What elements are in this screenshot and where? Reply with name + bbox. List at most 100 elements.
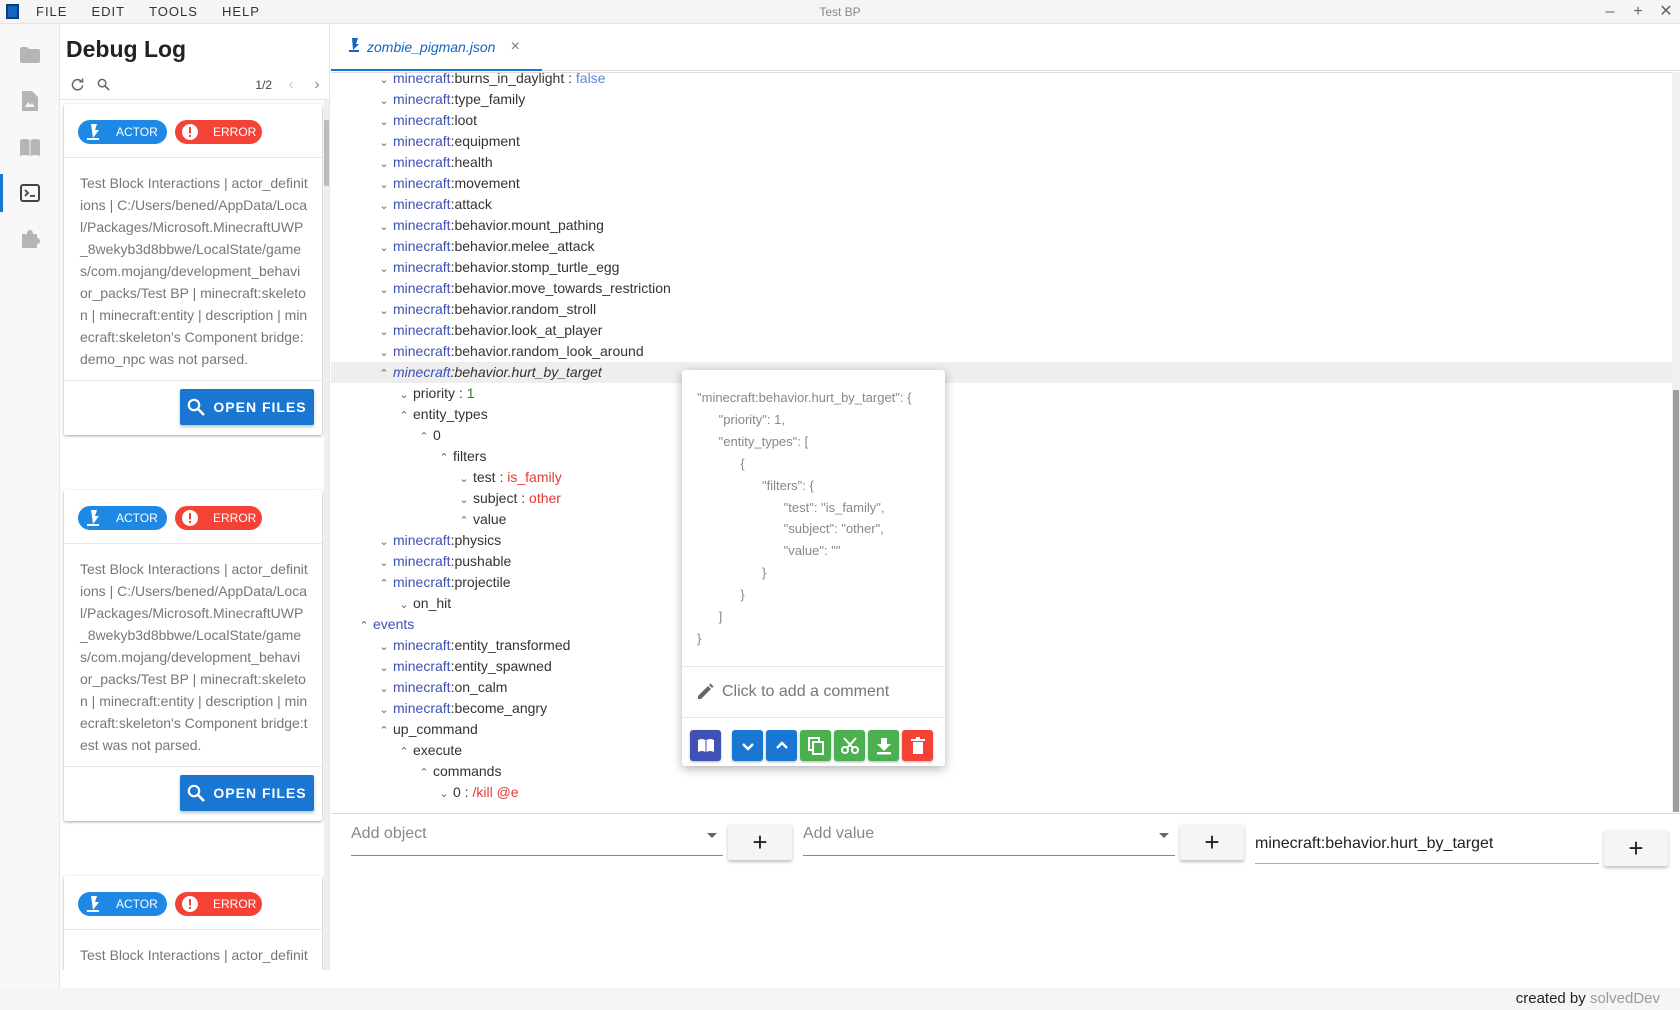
- tree-node[interactable]: ⌄ minecraft:physics: [331, 530, 1672, 551]
- chevron-down-icon[interactable]: ⌄: [375, 217, 393, 238]
- chevron-up-icon[interactable]: ⌃: [455, 511, 473, 532]
- tree-node[interactable]: ⌃ up_command: [331, 719, 1672, 740]
- chevron-down-icon[interactable]: ⌄: [375, 196, 393, 217]
- add-value-button[interactable]: +: [1180, 824, 1244, 860]
- chevron-down-icon[interactable]: ⌄: [375, 280, 393, 301]
- tree-node[interactable]: ⌃ entity_types: [331, 404, 1672, 425]
- tree-node[interactable]: ⌄ minecraft:behavior.move_towards_restric…: [331, 278, 1672, 299]
- close-icon[interactable]: ×: [511, 38, 520, 56]
- tree-node[interactable]: ⌄ minecraft:health: [331, 152, 1672, 173]
- menu-help[interactable]: HELP: [210, 0, 272, 24]
- tree-node[interactable]: ⌄ minecraft:burns_in_daylight : false: [331, 73, 1672, 89]
- tree-node[interactable]: ⌄ minecraft:behavior.look_at_player: [331, 320, 1672, 341]
- tree-node[interactable]: ⌄ minecraft:type_family: [331, 89, 1672, 110]
- chevron-down-icon[interactable]: ⌄: [375, 133, 393, 154]
- tree-node[interactable]: ⌄ minecraft:loot: [331, 110, 1672, 131]
- chevron-down-icon[interactable]: ⌄: [375, 700, 393, 721]
- chevron-up-icon[interactable]: ⌃: [415, 763, 433, 784]
- chevron-down-icon[interactable]: ⌄: [395, 595, 413, 616]
- refresh-icon[interactable]: [64, 72, 90, 98]
- open-files-button[interactable]: OPEN FILES: [180, 389, 314, 425]
- tree-node[interactable]: ⌄ minecraft:equipment: [331, 131, 1672, 152]
- add-value-select[interactable]: Add value: [803, 820, 1175, 856]
- chevron-right-icon[interactable]: ›: [304, 76, 329, 94]
- tree-node[interactable]: ⌃ value: [331, 509, 1672, 530]
- chevron-down-icon[interactable]: ⌄: [375, 91, 393, 112]
- tree-node[interactable]: ⌄ test : is_family: [331, 467, 1672, 488]
- delete-button[interactable]: [902, 730, 933, 761]
- chevron-down-icon[interactable]: ⌄: [375, 637, 393, 658]
- minimize-button[interactable]: –: [1596, 0, 1624, 24]
- chevron-down-icon[interactable]: ⌄: [375, 154, 393, 175]
- tree-node[interactable]: ⌃ commands: [331, 761, 1672, 782]
- chevron-up-icon[interactable]: ⌃: [375, 364, 393, 385]
- search-icon[interactable]: [90, 72, 116, 98]
- chevron-up-button[interactable]: [766, 730, 797, 761]
- chevron-down-icon[interactable]: ⌄: [375, 259, 393, 280]
- tree-node[interactable]: ⌃ execute: [331, 740, 1672, 761]
- tab-zombie-pigman[interactable]: zombie_pigman.json ×: [331, 24, 542, 71]
- tree-node[interactable]: ⌄ on_hit: [331, 593, 1672, 614]
- chevron-up-icon[interactable]: ⌃: [435, 448, 453, 469]
- tree-node[interactable]: ⌄ minecraft:attack: [331, 194, 1672, 215]
- download-button[interactable]: [868, 730, 899, 761]
- tree-node[interactable]: ⌄ minecraft:behavior.random_look_around: [331, 341, 1672, 362]
- tree-node[interactable]: ⌃ events: [331, 614, 1672, 635]
- chevron-down-icon[interactable]: ⌄: [375, 679, 393, 700]
- chevron-down-icon[interactable]: ⌄: [375, 112, 393, 133]
- chevron-down-icon[interactable]: ⌄: [375, 532, 393, 553]
- menu-file[interactable]: FILE: [24, 0, 79, 24]
- chevron-up-icon[interactable]: ⌃: [355, 616, 373, 637]
- chevron-down-icon[interactable]: ⌄: [395, 385, 413, 406]
- chevron-left-icon[interactable]: ‹: [278, 76, 304, 94]
- scissors-button[interactable]: [834, 730, 865, 761]
- chevron-down-icon[interactable]: ⌄: [375, 553, 393, 574]
- chevron-up-icon[interactable]: ⌃: [395, 406, 413, 427]
- chevron-down-icon[interactable]: ⌄: [375, 322, 393, 343]
- chevron-down-icon[interactable]: ⌄: [375, 301, 393, 322]
- close-window-button[interactable]: ✕: [1652, 0, 1680, 24]
- tree-scrollbar[interactable]: [1672, 72, 1680, 812]
- tree-node[interactable]: ⌄ minecraft:entity_transformed: [331, 635, 1672, 656]
- tree-node[interactable]: ⌄ minecraft:movement: [331, 173, 1672, 194]
- open-files-button[interactable]: OPEN FILES: [180, 775, 314, 811]
- debug-scrollbar[interactable]: [324, 100, 329, 970]
- console-icon[interactable]: [0, 170, 60, 216]
- maximize-button[interactable]: +: [1624, 0, 1652, 24]
- edit-key-button[interactable]: +: [1604, 830, 1668, 866]
- tree-node[interactable]: ⌄ minecraft:behavior.stomp_turtle_egg: [331, 257, 1672, 278]
- chevron-down-icon[interactable]: ⌄: [375, 175, 393, 196]
- menu-edit[interactable]: EDIT: [79, 0, 137, 24]
- tree-node[interactable]: ⌄ subject : other: [331, 488, 1672, 509]
- chevron-up-icon[interactable]: ⌃: [415, 427, 433, 448]
- comment-field[interactable]: Click to add a comment: [682, 666, 945, 718]
- book-icon[interactable]: [0, 124, 60, 170]
- chevron-up-icon[interactable]: ⌃: [375, 721, 393, 742]
- book-open-button[interactable]: [690, 730, 721, 761]
- add-object-button[interactable]: +: [728, 824, 792, 860]
- folder-icon[interactable]: [0, 32, 60, 78]
- file-image-icon[interactable]: [0, 78, 60, 124]
- tree-node[interactable]: ⌃ minecraft:projectile: [331, 572, 1672, 593]
- tree-node[interactable]: ⌄ minecraft:pushable: [331, 551, 1672, 572]
- tree-node[interactable]: ⌄ priority : 1: [331, 383, 1672, 404]
- menu-tools[interactable]: TOOLS: [137, 0, 210, 24]
- edit-key-field[interactable]: minecraft:behavior.hurt_by_target: [1255, 830, 1599, 864]
- add-object-select[interactable]: Add object: [351, 820, 723, 856]
- chevron-down-button[interactable]: [732, 730, 763, 761]
- tree-node[interactable]: ⌃ filters: [331, 446, 1672, 467]
- tree-node[interactable]: ⌄ minecraft:on_calm: [331, 677, 1672, 698]
- tree-node[interactable]: ⌄ minecraft:become_angry: [331, 698, 1672, 719]
- chevron-up-icon[interactable]: ⌃: [375, 574, 393, 595]
- chevron-down-icon[interactable]: ⌄: [455, 469, 473, 490]
- chevron-up-icon[interactable]: ⌃: [395, 742, 413, 763]
- chevron-down-icon[interactable]: ⌄: [375, 238, 393, 259]
- chevron-down-icon[interactable]: ⌄: [375, 343, 393, 364]
- tree-node[interactable]: ⌃ minecraft:behavior.hurt_by_target: [331, 362, 1672, 383]
- copy-button[interactable]: [800, 730, 831, 761]
- tree-node[interactable]: ⌃ 0: [331, 425, 1672, 446]
- tree-node[interactable]: ⌄ minecraft:behavior.random_stroll: [331, 299, 1672, 320]
- tree-node[interactable]: ⌄ minecraft:behavior.melee_attack: [331, 236, 1672, 257]
- tree-node[interactable]: ⌄ 0 : /kill @e: [331, 782, 1672, 803]
- chevron-down-icon[interactable]: ⌄: [435, 784, 453, 805]
